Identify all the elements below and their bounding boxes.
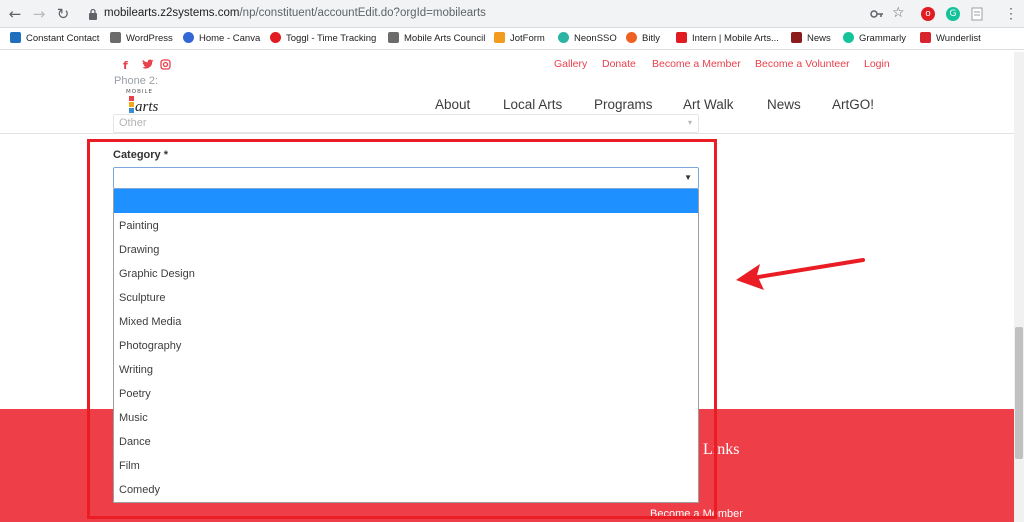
bookmark-constant-contact[interactable]: Constant Contact [10, 32, 99, 46]
url-bar[interactable]: mobilearts.z2systems.com/np/constituent/… [82, 4, 917, 24]
jotform-icon [494, 32, 505, 43]
neonsso-icon [558, 32, 569, 43]
bookmark-wordpress[interactable]: WordPress [110, 32, 173, 46]
top-link-login[interactable]: Login [864, 58, 890, 70]
select-arrow-icon: ▾ [687, 118, 692, 127]
key-icon[interactable] [870, 8, 884, 20]
category-dropdown-list: Painting Drawing Graphic Design Sculptur… [113, 189, 699, 503]
category-select[interactable]: ▼ [113, 167, 699, 189]
wordpress-icon [110, 32, 121, 43]
bookmark-intern[interactable]: Intern | Mobile Arts... [676, 32, 779, 46]
extension-o-icon[interactable]: o [921, 7, 935, 21]
lock-icon [89, 8, 97, 20]
scrollbar-thumb[interactable] [1015, 327, 1023, 459]
nav-news[interactable]: News [767, 97, 801, 112]
extension-doc-icon[interactable] [971, 7, 983, 21]
category-option-graphic-design[interactable]: Graphic Design [114, 262, 698, 286]
nav-programs[interactable]: Programs [594, 97, 653, 112]
phone2-type-select[interactable]: Other ▾ [113, 114, 699, 133]
category-option-blank[interactable] [114, 189, 698, 213]
back-icon[interactable]: ← [6, 5, 24, 23]
bookmark-canva[interactable]: Home - Canva [183, 32, 260, 46]
top-link-become-member[interactable]: Become a Member [652, 58, 741, 70]
category-option-photography[interactable]: Photography [114, 334, 698, 358]
nav-local-arts[interactable]: Local Arts [503, 97, 562, 112]
footer-become-member-link[interactable]: Become a Member [650, 508, 743, 520]
top-link-gallery[interactable]: Gallery [554, 58, 587, 70]
toggl-icon [270, 32, 281, 43]
menu-icon[interactable]: ⋮ [1004, 5, 1018, 22]
bookmark-toggl[interactable]: Toggl - Time Tracking [270, 32, 376, 46]
bookmark-jotform[interactable]: JotForm [494, 32, 545, 46]
category-option-poetry[interactable]: Poetry [114, 382, 698, 406]
bitly-icon [626, 32, 637, 43]
category-option-writing[interactable]: Writing [114, 358, 698, 382]
nav-artgo[interactable]: ArtGO! [832, 97, 874, 112]
news-icon [791, 32, 802, 43]
twitter-icon[interactable] [142, 59, 154, 73]
bookmarks-bar: Constant Contact WordPress Home - Canva … [0, 28, 1024, 50]
category-option-sculpture[interactable]: Sculpture [114, 286, 698, 310]
browser-chrome: ← → ↻ mobilearts.z2systems.com/np/consti… [0, 0, 1024, 52]
category-option-drawing[interactable]: Drawing [114, 238, 698, 262]
category-option-film[interactable]: Film [114, 454, 698, 478]
mobile-arts-icon [388, 32, 399, 43]
forward-icon[interactable]: → [30, 5, 48, 23]
top-link-donate[interactable]: Donate [602, 58, 636, 70]
phone2-type-value: Other [119, 117, 147, 129]
bookmark-grammarly[interactable]: Grammarly [843, 32, 906, 46]
instagram-icon[interactable] [160, 59, 171, 73]
grammarly-icon[interactable]: G [946, 7, 960, 21]
intern-icon [676, 32, 687, 43]
top-link-become-volunteer[interactable]: Become a Volunteer [755, 58, 850, 70]
url-text: mobilearts.z2systems.com/np/constituent/… [104, 7, 486, 19]
constant-contact-icon [10, 32, 21, 43]
category-option-mixed-media[interactable]: Mixed Media [114, 310, 698, 334]
nav-about[interactable]: About [435, 97, 470, 112]
category-option-comedy[interactable]: Comedy [114, 478, 698, 502]
reload-icon[interactable]: ↻ [54, 5, 72, 23]
annotation-arrow-icon [736, 258, 865, 290]
chevron-down-icon: ▼ [684, 173, 692, 182]
footer-links-heading: Links [703, 441, 740, 458]
bookmark-bitly[interactable]: Bitly [626, 32, 660, 46]
bookmark-news[interactable]: News [791, 32, 831, 46]
category-option-dance[interactable]: Dance [114, 430, 698, 454]
category-option-music[interactable]: Music [114, 406, 698, 430]
bookmark-neonsso[interactable]: NeonSSO [558, 32, 617, 46]
bookmark-wunderlist[interactable]: Wunderlist [920, 32, 981, 46]
category-option-painting[interactable]: Painting [114, 214, 698, 238]
facebook-icon[interactable]: f [123, 59, 128, 72]
grammarly-bookmark-icon [843, 32, 854, 43]
address-bar: ← → ↻ mobilearts.z2systems.com/np/consti… [0, 0, 1024, 28]
category-label: Category * [113, 149, 169, 161]
wunderlist-icon [920, 32, 931, 43]
svg-text:arts: arts [135, 99, 159, 115]
canva-icon [183, 32, 194, 43]
svg-text:MOBILE: MOBILE [126, 89, 153, 95]
star-icon[interactable]: ☆ [892, 5, 905, 21]
bookmark-mobile-arts-council[interactable]: Mobile Arts Council [388, 32, 485, 46]
nav-art-walk[interactable]: Art Walk [683, 97, 734, 112]
